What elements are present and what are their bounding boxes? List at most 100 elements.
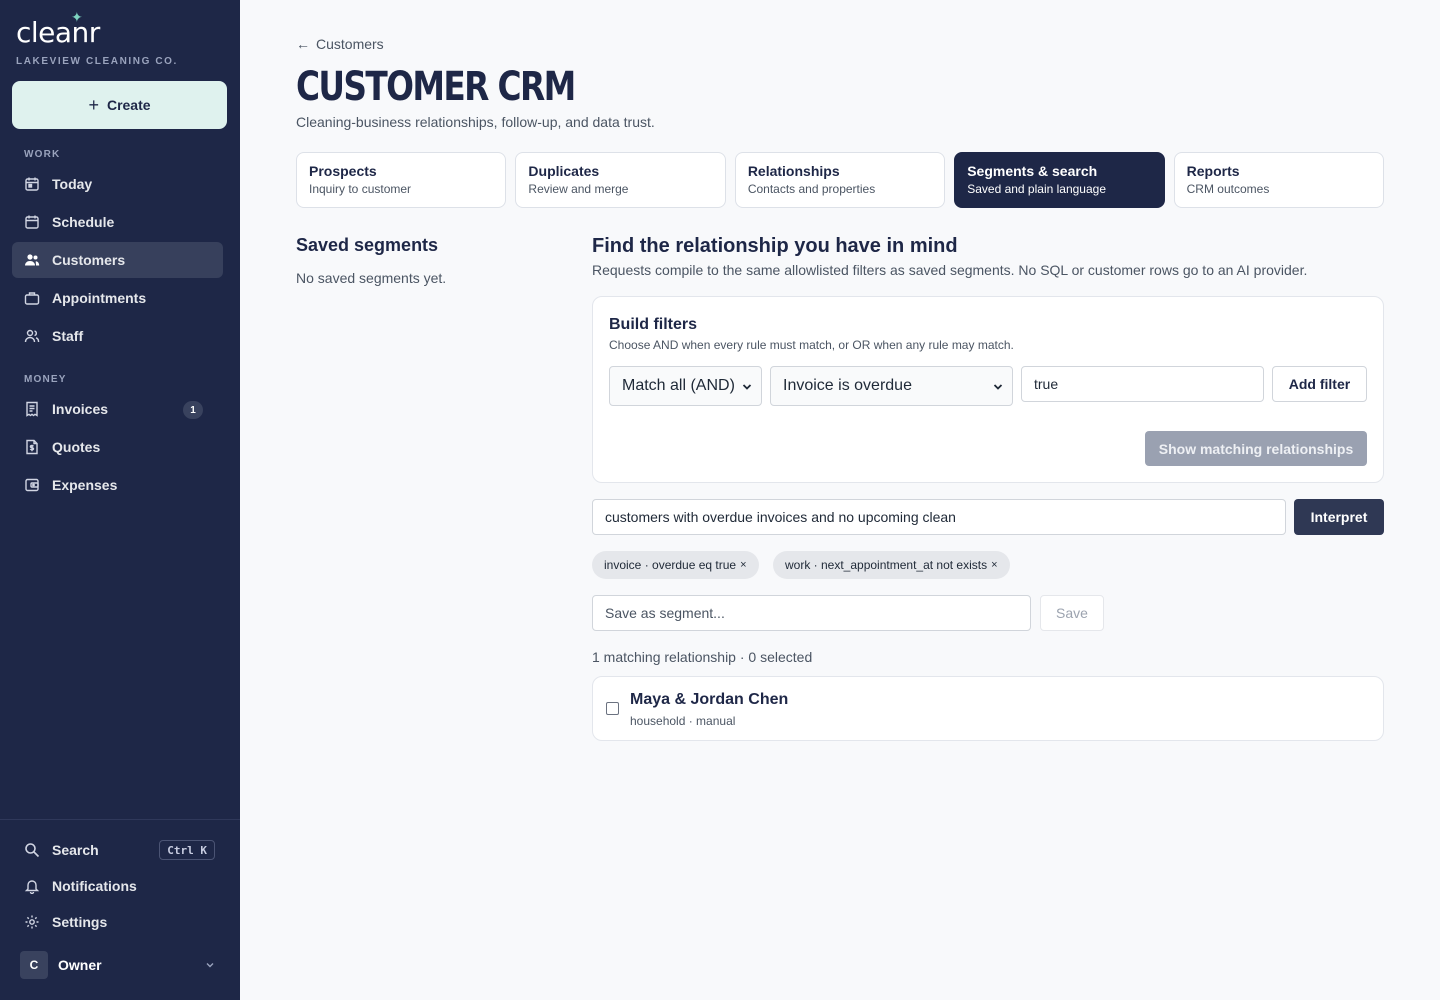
brand-logo[interactable]: cleanr ✦ — [16, 10, 100, 49]
section-label-money: MONEY — [24, 374, 67, 385]
sidebar-item-notifications[interactable]: Notifications — [12, 868, 223, 904]
filter-value-text: true — [1034, 376, 1059, 392]
tab-title: Relationships — [747, 163, 840, 179]
filter-chip-label: work · next_appointment_at not exists — [785, 558, 988, 572]
org-name: LAKEVIEW CLEANING CO. — [16, 56, 178, 67]
saved-segments-title: Saved segments — [296, 235, 439, 255]
tab-title: Prospects — [309, 163, 377, 179]
close-icon[interactable]: × — [991, 559, 997, 571]
bell-icon — [24, 880, 40, 894]
sidebar-item-label: Customers — [52, 252, 126, 268]
list-item[interactable]: Maya & Jordan Chen household · manual — [592, 676, 1384, 741]
build-filters-subtitle: Choose AND when every rule must match, o… — [609, 338, 1014, 352]
filter-chip-label: invoice · overdue eq true — [604, 558, 737, 572]
tab-subtitle: Saved and plain language — [967, 182, 1107, 196]
save-segment-button[interactable]: Save — [1040, 595, 1104, 631]
finder-subtitle: Requests compile to the same allowlisted… — [592, 262, 1308, 278]
sidebar-item-search[interactable]: Search Ctrl K — [12, 832, 223, 868]
filter-chip[interactable]: work · next_appointment_at not exists × — [773, 551, 1010, 579]
row-select-checkbox[interactable] — [606, 702, 619, 715]
build-filters-title: Build filters — [609, 316, 698, 333]
sidebar-item-expenses[interactable]: Expenses — [12, 467, 223, 503]
chevron-down-icon — [742, 384, 752, 390]
save-segment-input[interactable]: Save as segment... — [592, 595, 1031, 631]
search-shortcut: Ctrl K — [159, 840, 215, 860]
crm-tabs: Prospects Inquiry to customer Duplicates… — [296, 152, 1385, 208]
sidebar-item-label: Expenses — [52, 477, 118, 493]
tab-title: Segments & search — [967, 163, 1098, 179]
sidebar-item-label: Schedule — [52, 214, 115, 230]
tab-relationships[interactable]: Relationships Contacts and properties — [734, 152, 946, 208]
sidebar-item-customers[interactable]: Customers — [12, 242, 223, 278]
interpret-button[interactable]: Interpret — [1294, 499, 1384, 535]
filter-field-select[interactable]: Invoice is overdue — [770, 366, 1013, 406]
gear-icon — [25, 915, 39, 929]
tab-title: Reports — [1186, 163, 1240, 179]
tab-subtitle: Review and merge — [528, 182, 629, 196]
receipt-icon — [26, 401, 38, 417]
sidebar-item-appointments[interactable]: Appointments — [12, 280, 223, 316]
create-button[interactable]: + Create — [12, 81, 227, 129]
plain-language-query-input[interactable]: customers with overdue invoices and no u… — [592, 499, 1286, 535]
briefcase-icon — [24, 292, 40, 305]
finder-title: Find the relationship you have in mind — [592, 235, 958, 257]
chevron-down-icon — [206, 963, 214, 968]
match-mode-select[interactable]: Match all (AND) — [609, 366, 762, 406]
sidebar-item-label: Appointments — [52, 290, 147, 306]
filter-chip[interactable]: invoice · overdue eq true × — [592, 551, 759, 579]
calendar-icon — [25, 215, 39, 229]
add-filter-button[interactable]: Add filter — [1272, 366, 1367, 402]
section-label-work: WORK — [24, 149, 61, 160]
users-icon — [25, 254, 40, 266]
sidebar-item-label: Quotes — [52, 439, 101, 455]
filter-value-input[interactable]: true — [1021, 366, 1264, 402]
sidebar-divider — [0, 819, 240, 820]
user-menu[interactable]: C Owner — [20, 951, 220, 979]
brand-logo-text: cleanr — [16, 16, 100, 49]
show-matching-button[interactable]: Show matching relationships — [1145, 431, 1367, 466]
sidebar-item-today[interactable]: Today — [12, 166, 223, 202]
page-title: CUSTOMER CRM — [296, 64, 576, 110]
sidebar-item-label: Staff — [52, 328, 84, 344]
search-icon — [25, 843, 40, 858]
sparkle-icon: ✦ — [71, 10, 83, 26]
tab-subtitle: CRM outcomes — [1186, 182, 1270, 196]
sidebar-item-quotes[interactable]: Quotes — [12, 429, 223, 465]
sidebar-item-staff[interactable]: Staff — [12, 318, 223, 354]
save-segment-placeholder: Save as segment... — [605, 605, 725, 621]
saved-segments-empty: No saved segments yet. — [296, 270, 447, 286]
tab-duplicates[interactable]: Duplicates Review and merge — [515, 152, 726, 208]
tab-segments-search[interactable]: Segments & search Saved and plain langua… — [954, 152, 1165, 208]
match-mode-value: Match all (AND) — [622, 377, 735, 394]
sidebar-item-invoices[interactable]: Invoices 1 — [12, 391, 223, 427]
plus-icon: + — [88, 94, 99, 115]
arrow-left-icon: ← — [296, 36, 310, 52]
sidebar-item-label: Invoices — [52, 401, 109, 417]
match-count: 1 matching relationship · 0 selected — [592, 649, 813, 665]
filter-field-value: Invoice is overdue — [783, 377, 912, 394]
calendar-day-icon — [25, 177, 39, 191]
close-icon[interactable]: × — [740, 559, 746, 571]
sidebar-item-label: Settings — [52, 914, 108, 930]
create-button-label: Create — [106, 97, 151, 113]
sidebar: cleanr ✦ LAKEVIEW CLEANING CO. + Create … — [0, 0, 240, 1000]
sidebar-item-settings[interactable]: Settings — [12, 904, 223, 940]
document-dollar-icon — [26, 439, 38, 455]
sidebar-item-label: Today — [52, 176, 93, 192]
sidebar-item-schedule[interactable]: Schedule — [12, 204, 223, 240]
staff-icon — [24, 329, 40, 343]
relationship-meta: household · manual — [630, 714, 736, 728]
tab-subtitle: Inquiry to customer — [309, 182, 412, 196]
build-filters-card: Build filters Choose AND when every rule… — [592, 296, 1384, 483]
avatar: C — [20, 951, 48, 979]
invoices-count-badge: 1 — [183, 401, 203, 419]
tab-reports[interactable]: Reports CRM outcomes — [1173, 152, 1385, 208]
back-link-label: Customers — [316, 36, 384, 52]
page-subtitle: Cleaning-business relationships, follow-… — [296, 114, 655, 130]
back-link[interactable]: ← Customers — [296, 36, 384, 52]
tab-subtitle: Contacts and properties — [747, 182, 876, 196]
relationship-name[interactable]: Maya & Jordan Chen — [630, 691, 788, 709]
tab-title: Duplicates — [528, 163, 600, 179]
user-name: Owner — [58, 957, 102, 973]
tab-prospects[interactable]: Prospects Inquiry to customer — [296, 152, 507, 208]
